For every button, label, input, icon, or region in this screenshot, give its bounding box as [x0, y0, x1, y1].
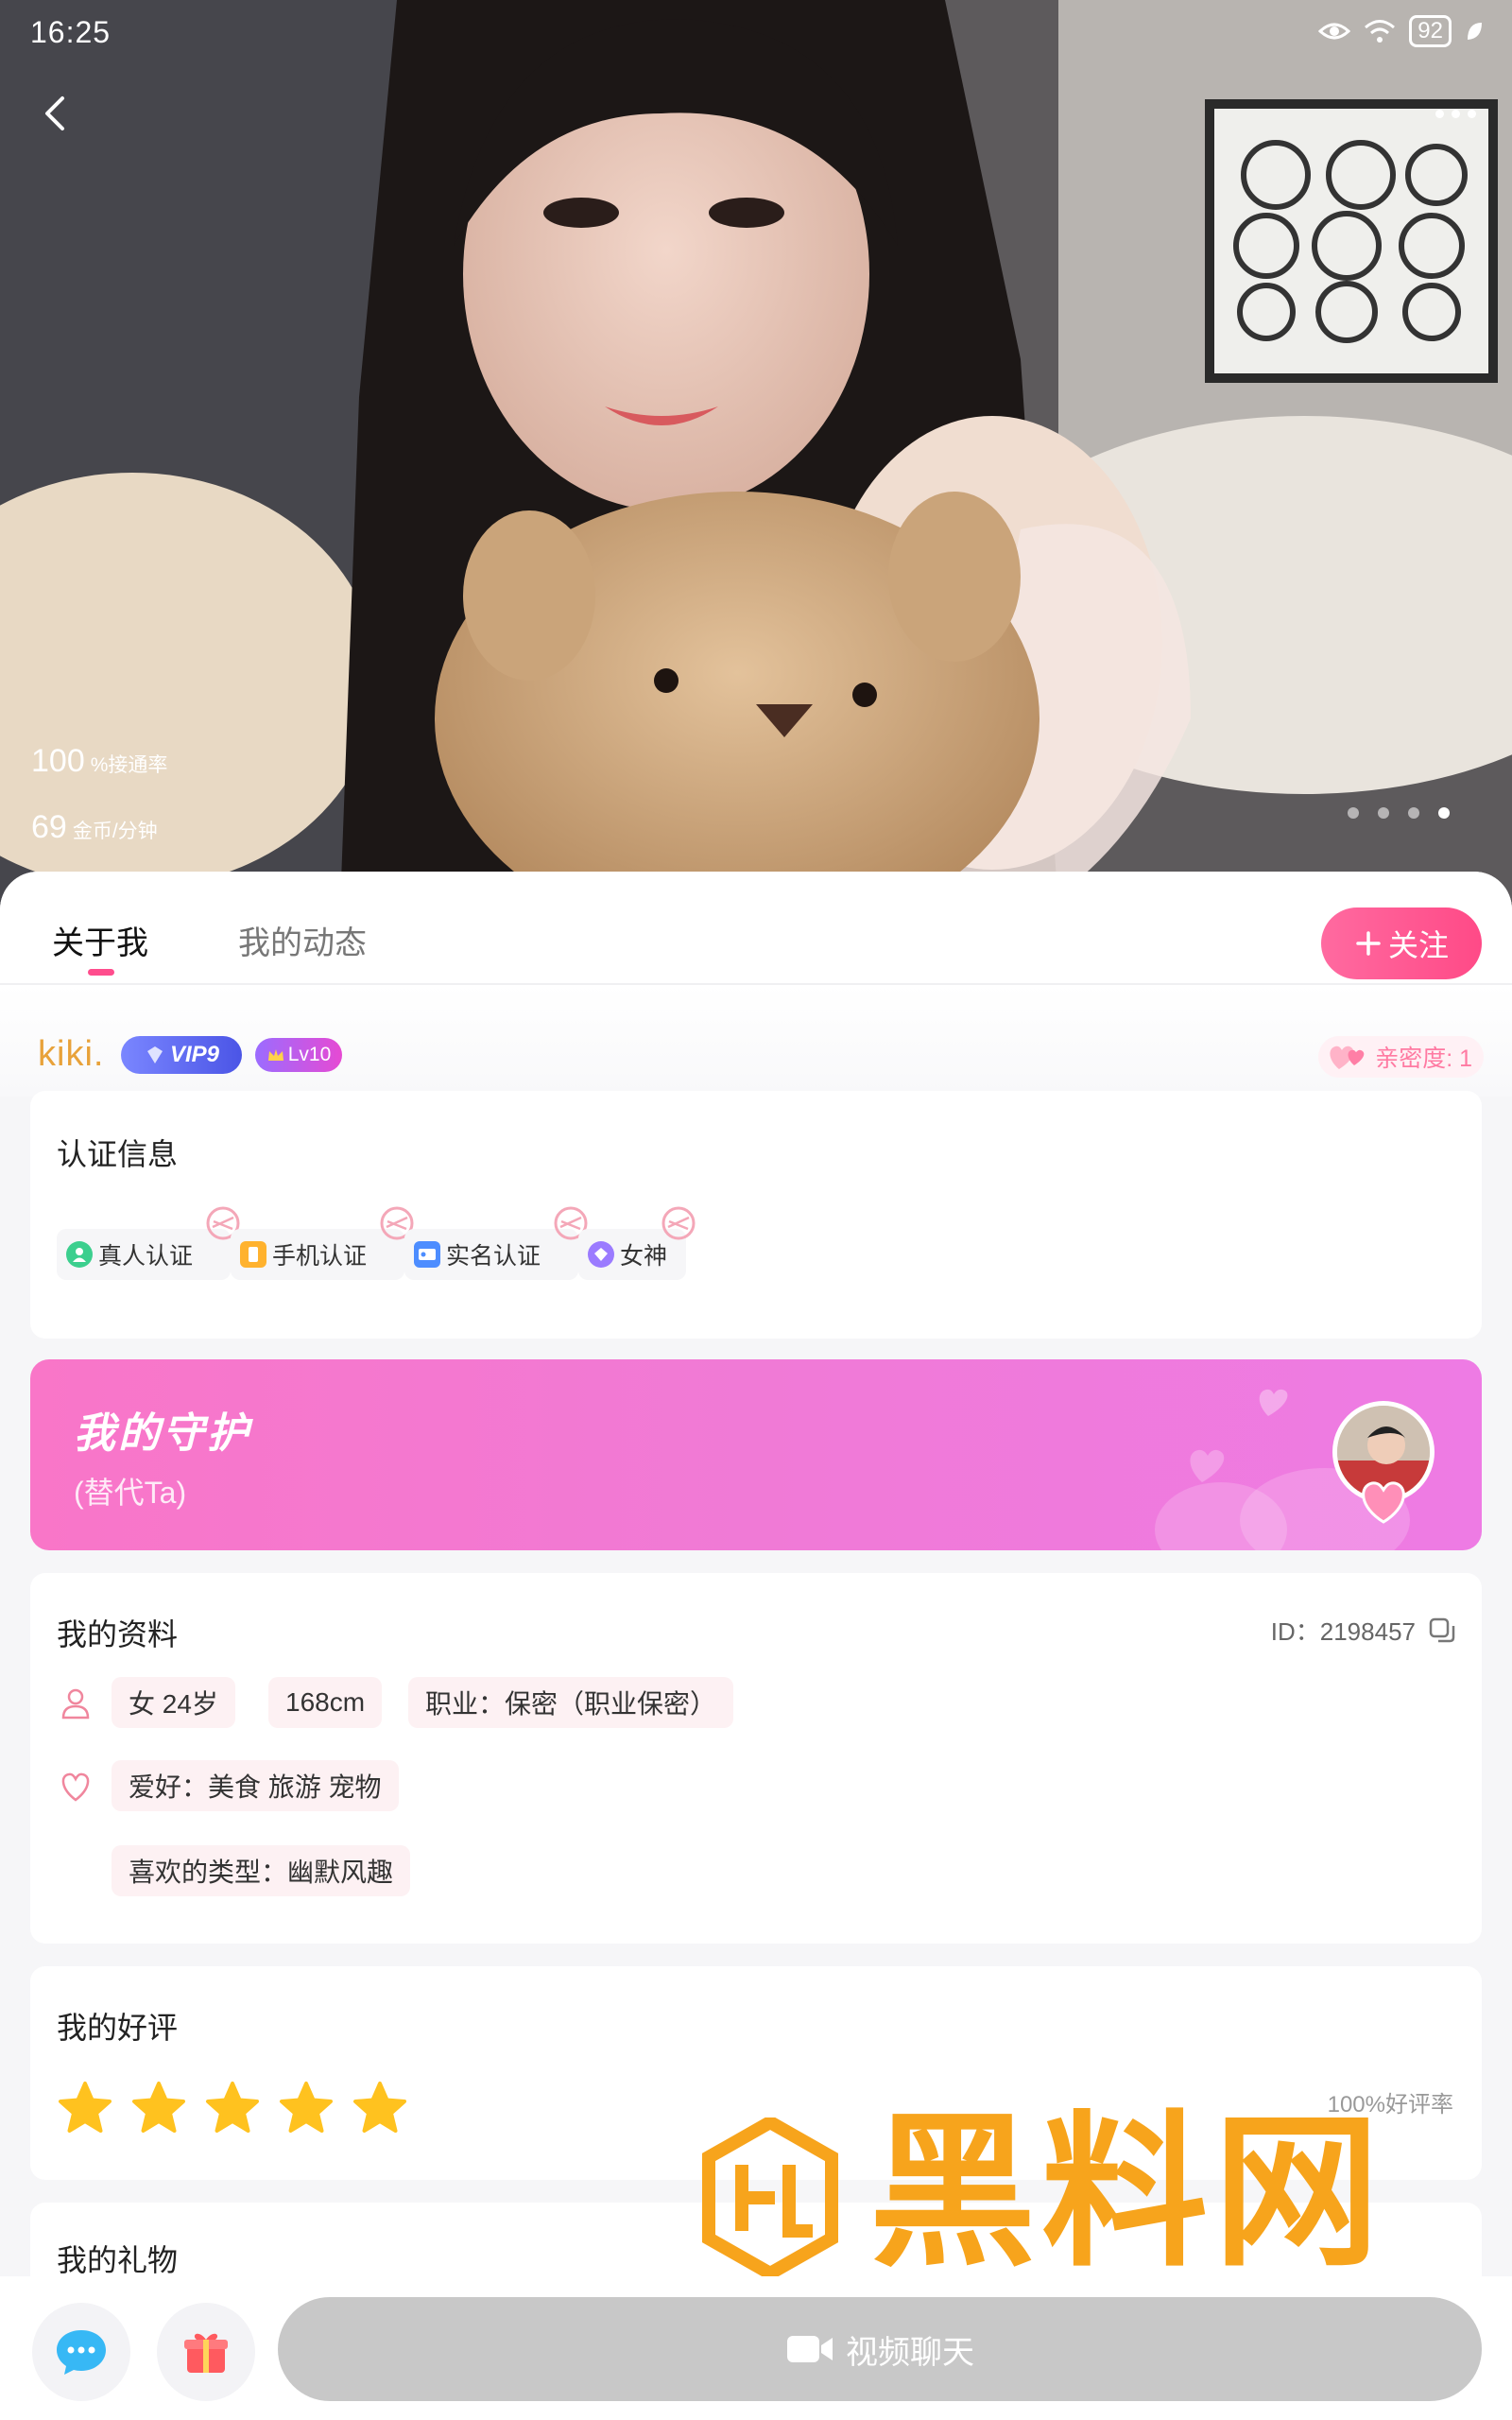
star-icon: [132, 2082, 185, 2133]
connect-rate-value: 100: [31, 743, 85, 779]
tab-about[interactable]: 关于我: [52, 917, 148, 976]
user-name-row: kiki. VIP9 Lv10 亲密度: 1: [0, 985, 1512, 1097]
guardian-banner[interactable]: 我的守护 (替代Ta): [30, 1359, 1482, 1550]
bottom-action-bar: 视频聊天: [0, 2276, 1512, 2420]
video-chat-label: 视频聊天: [846, 2334, 974, 2371]
star-icon: [206, 2082, 259, 2133]
page-dot[interactable]: [1348, 807, 1359, 819]
video-chat-button[interactable]: 视频聊天: [278, 2297, 1482, 2401]
level-badge: Lv10: [255, 1038, 342, 1072]
auth-real-person[interactable]: 真人认证: [57, 1206, 240, 1280]
leaf-icon: [1468, 23, 1482, 40]
back-button[interactable]: [26, 85, 83, 142]
review-card: 我的好评 100%好评率: [30, 1966, 1482, 2180]
status-time: 16:25: [30, 15, 112, 49]
page-dot[interactable]: [1378, 807, 1389, 819]
heart-icon: [1362, 1481, 1405, 1524]
photo-page-dots[interactable]: [1348, 807, 1450, 819]
page-dot[interactable]: [1408, 807, 1419, 819]
goddess-icon: [588, 1241, 614, 1268]
auth-phone[interactable]: 手机认证: [231, 1206, 414, 1280]
profile-info-card: 我的资料 ID：2198457 女 24岁 168cm 职业：保密（职业保密） …: [30, 1573, 1482, 1944]
auth-goddess-label: 女神: [620, 1243, 668, 1270]
intimacy-badge[interactable]: 亲密度: 1: [1318, 1036, 1484, 1078]
user-id-label: ID：2198457: [1270, 1617, 1416, 1646]
auth-real-name[interactable]: 实名认证: [404, 1206, 588, 1280]
auth-goddess[interactable]: 女神: [578, 1206, 696, 1280]
guardian-subtitle: (替代Ta): [74, 1476, 187, 1510]
auth-real-name-label: 实名认证: [446, 1243, 541, 1270]
profile-photo: [0, 0, 1512, 908]
rating-stars: [57, 2080, 408, 2136]
crown-icon: [267, 1049, 284, 1061]
phone-icon: [240, 1241, 266, 1268]
certified-seal-icon: [662, 1206, 696, 1240]
battery-level: 92: [1409, 15, 1452, 47]
more-options-button[interactable]: [1427, 95, 1484, 132]
star-icon: [280, 2082, 333, 2133]
heart-outline-icon: [61, 1772, 90, 1802]
message-button[interactable]: [32, 2303, 130, 2401]
auth-phone-label: 手机认证: [272, 1243, 368, 1270]
star-icon: [59, 2082, 112, 2133]
hobby-chip: 爱好：美食 旅游 宠物: [112, 1760, 399, 1811]
chat-bubble-icon: [57, 2330, 106, 2375]
call-price-label: 金币/分钟: [72, 821, 158, 842]
tab-moments[interactable]: 我的动态: [238, 917, 367, 963]
auth-real-person-label: 真人认证: [98, 1243, 194, 1270]
connect-rate: 100 %接通率: [31, 743, 167, 780]
gift-box-icon: [184, 2333, 228, 2373]
eye-icon: [1318, 23, 1351, 40]
intimacy-label: 亲密度: 1: [1375, 1046, 1472, 1072]
vip-badge: VIP9: [121, 1036, 242, 1074]
job-chip: 职业：保密（职业保密）: [408, 1677, 734, 1728]
plus-icon: [1356, 931, 1381, 956]
video-camera-icon: [787, 2336, 833, 2362]
positive-rate: 100%好评率: [1327, 2092, 1453, 2118]
page-dot-active[interactable]: [1438, 807, 1450, 819]
follow-button[interactable]: 关注: [1321, 908, 1482, 979]
user-id: ID：2198457: [1271, 1613, 1457, 1648]
verification-title: 认证信息: [57, 1137, 179, 1171]
wifi-icon: [1365, 20, 1396, 43]
diamond-icon: [146, 1046, 163, 1063]
call-price: 69 金币/分钟: [31, 809, 158, 846]
nickname: kiki.: [38, 1034, 105, 1074]
person-icon: [61, 1688, 90, 1720]
id-card-icon: [414, 1241, 440, 1268]
level-label: Lv10: [287, 1044, 332, 1065]
profile-photo-carousel[interactable]: 16:25 92 100 %接通率 69 金币/分钟: [0, 0, 1512, 908]
connect-rate-label: %接通率: [90, 754, 168, 776]
star-icon: [353, 2082, 406, 2133]
person-check-icon: [66, 1241, 93, 1268]
gift-title: 我的礼物: [57, 2243, 179, 2277]
type-chip: 喜欢的类型：幽默风趣: [112, 1845, 411, 1896]
profile-title: 我的资料: [57, 1617, 179, 1651]
status-icons: 92: [1318, 15, 1484, 47]
review-title: 我的好评: [57, 2011, 179, 2045]
gender-age-chip: 女 24岁: [112, 1677, 235, 1728]
height-chip: 168cm: [268, 1677, 383, 1728]
copy-icon[interactable]: [1427, 1616, 1457, 1646]
tab-bar: 关于我 我的动态 关注: [0, 872, 1512, 985]
call-price-value: 69: [31, 809, 67, 845]
gift-button[interactable]: [157, 2303, 255, 2401]
follow-label: 关注: [1387, 928, 1449, 962]
vip-label: VIP9: [169, 1042, 220, 1067]
hearts-icon: [1330, 1046, 1365, 1069]
verification-card: 认证信息 真人认证 手机认证 实名认证 女神: [30, 1091, 1482, 1339]
guardian-title: 我的守护: [74, 1410, 251, 1457]
